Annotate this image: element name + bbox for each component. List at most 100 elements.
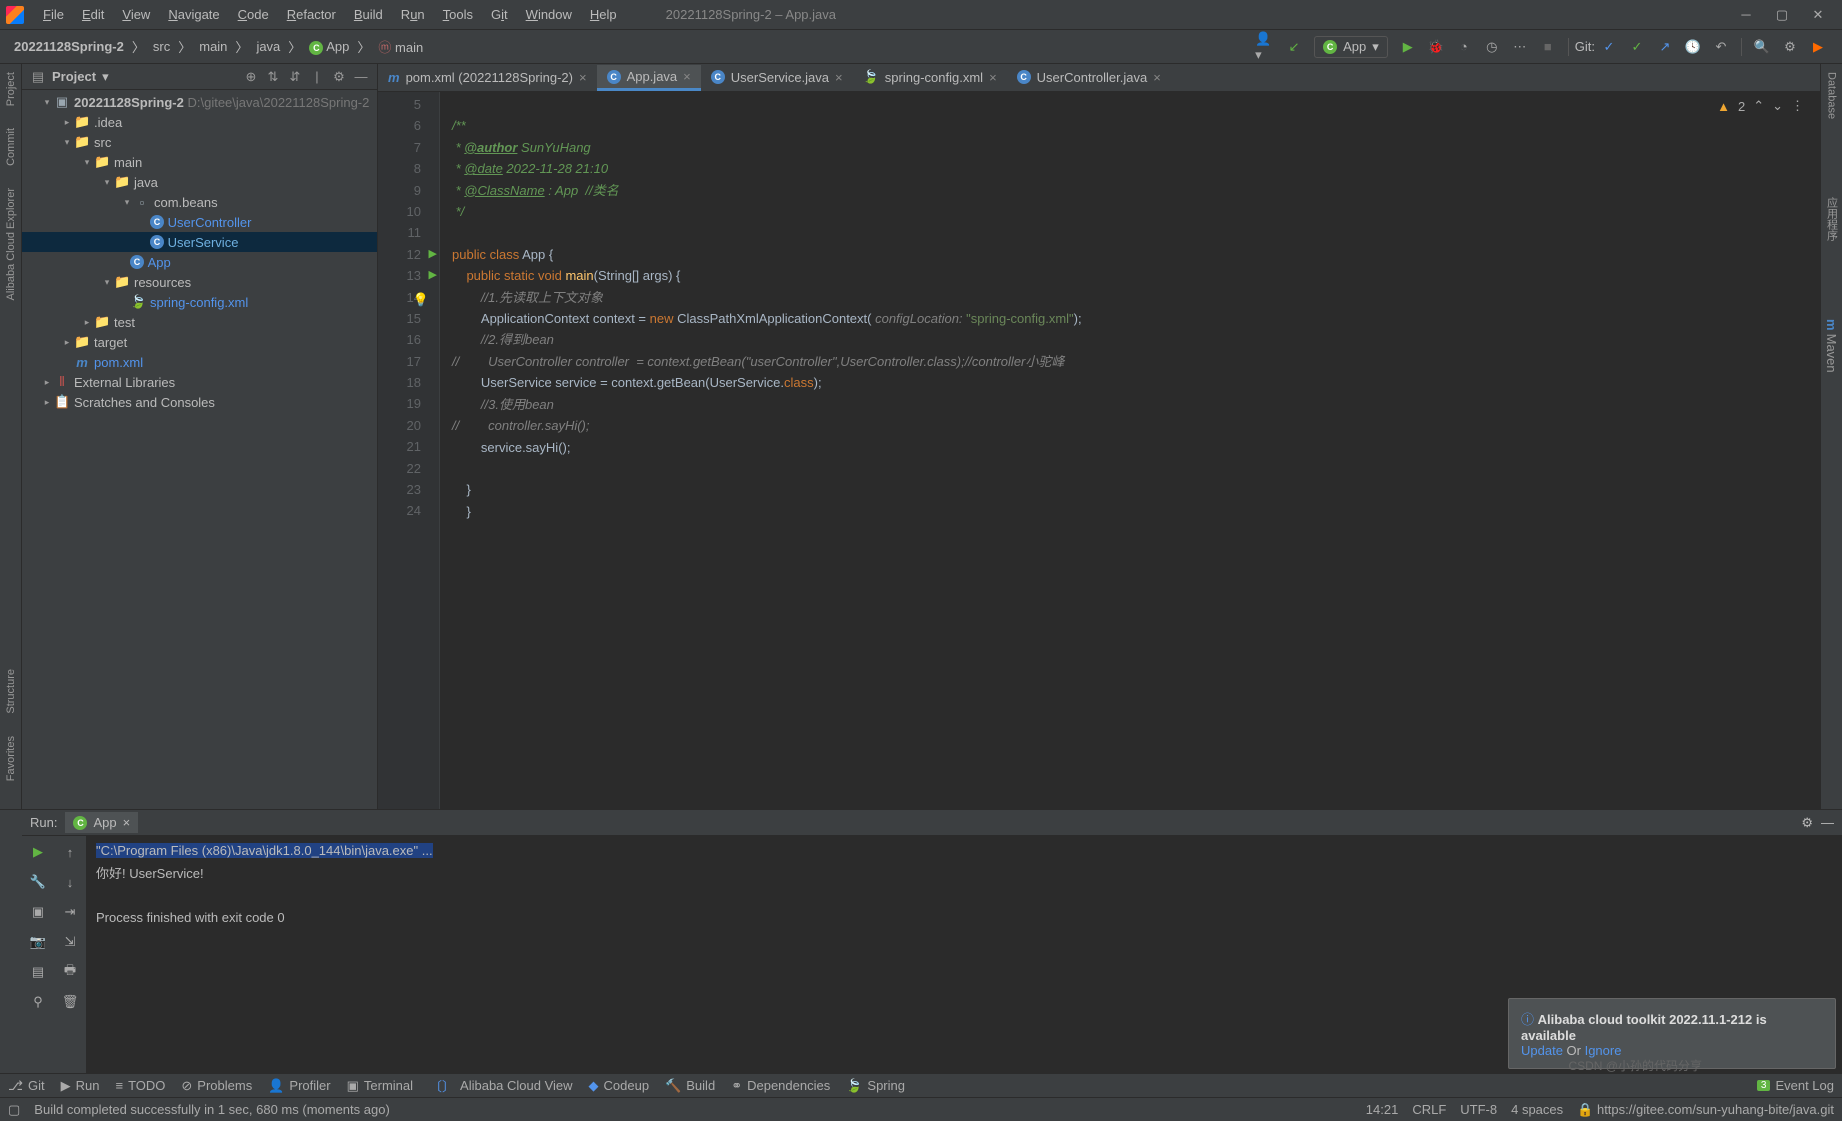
git-rollback-icon[interactable]: ↶ [1710, 36, 1732, 58]
tab-usercontroller[interactable]: CUserController.java× [1007, 65, 1171, 91]
profile-icon[interactable]: ◷ [1481, 36, 1503, 58]
tree-file-pom[interactable]: mpom.xml [22, 352, 377, 372]
menu-window[interactable]: Window [517, 7, 581, 22]
tree-folder-test[interactable]: ▸📁test [22, 312, 377, 332]
stop-icon[interactable]: ■ [1537, 36, 1559, 58]
indent[interactable]: 4 spaces [1511, 1102, 1563, 1117]
more-icon[interactable]: ⋮ [1791, 98, 1804, 114]
hide-icon[interactable]: — [1821, 815, 1834, 830]
tab-app[interactable]: CApp.java× [597, 65, 701, 91]
git-commit-icon[interactable]: ✓ [1598, 36, 1620, 58]
collapse-icon[interactable]: ⇵ [287, 69, 303, 85]
breadcrumb[interactable]: ⓜ main [374, 37, 427, 56]
breadcrumb[interactable]: C App [305, 39, 353, 55]
breadcrumb[interactable]: src [149, 39, 174, 54]
gear-icon[interactable]: ⚙ [1801, 815, 1813, 831]
stop-icon[interactable]: ▣ [26, 900, 50, 924]
print-icon[interactable]: 🖶 [58, 960, 82, 984]
scroll-icon[interactable]: ⇲ [58, 930, 82, 954]
code-editor[interactable]: /** * @author SunYuHang * @date 2022-11-… [440, 92, 1820, 809]
chevron-down-icon[interactable]: ⌄ [1772, 98, 1783, 114]
window-maximize-icon[interactable]: ▢ [1764, 0, 1800, 30]
run-gutter-icon[interactable]: ▶ [429, 265, 437, 286]
bulb-icon[interactable]: 💡 [413, 289, 429, 310]
breadcrumb[interactable]: main [195, 39, 231, 54]
menu-git[interactable]: Git [482, 7, 517, 22]
close-icon[interactable]: × [989, 70, 997, 85]
run-config-select[interactable]: CApp▾ [1314, 36, 1388, 58]
tab-userservice[interactable]: CUserService.java× [701, 65, 853, 91]
menu-build[interactable]: Build [345, 7, 392, 22]
menu-file[interactable]: File [34, 7, 73, 22]
tool-database[interactable]: Database [1826, 68, 1838, 123]
hide-icon[interactable]: — [353, 69, 369, 84]
menu-view[interactable]: View [113, 7, 159, 22]
ignore-link[interactable]: Ignore [1585, 1043, 1622, 1058]
run-tab[interactable]: CApp× [65, 812, 138, 833]
tab-pom[interactable]: mpom.xml (20221128Spring-2)× [378, 65, 597, 91]
close-icon[interactable]: × [683, 69, 691, 84]
down-icon[interactable]: ↓ [58, 870, 82, 894]
chevron-up-icon[interactable]: ⌃ [1753, 98, 1764, 114]
update-link[interactable]: Update [1521, 1043, 1563, 1058]
menu-edit[interactable]: Edit [73, 7, 113, 22]
tree-file-springconfig[interactable]: 🍃spring-config.xml [22, 292, 377, 312]
attach-icon[interactable]: ⋯ [1509, 36, 1531, 58]
tree-class-usercontroller[interactable]: C UserController [22, 212, 377, 232]
tool-window-icon[interactable]: ▢ [8, 1102, 20, 1118]
run-gutter-icon[interactable]: ▶ [429, 244, 437, 265]
caret-position[interactable]: 14:21 [1366, 1102, 1399, 1117]
tree-class-userservice[interactable]: C UserService [22, 232, 377, 252]
rerun-icon[interactable]: ▶ [26, 840, 50, 864]
run-icon[interactable]: ▶ [1397, 36, 1419, 58]
menu-run[interactable]: Run [392, 7, 434, 22]
tree-external-libs[interactable]: ▸⫴External Libraries [22, 372, 377, 392]
layout-icon[interactable]: ▤ [26, 960, 50, 984]
tree-root[interactable]: ▾▣20221128Spring-2 D:\gitee\java\2022112… [22, 92, 377, 112]
alibaba-icon[interactable]: ▶ [1807, 36, 1829, 58]
close-icon[interactable]: × [579, 70, 587, 85]
breadcrumb[interactable]: 20221128Spring-2 [10, 39, 128, 54]
camera-icon[interactable]: 📷 [26, 930, 50, 954]
user-icon[interactable]: 👤▾ [1255, 36, 1277, 58]
tree-folder-resources[interactable]: ▾📁resources [22, 272, 377, 292]
git-history-icon[interactable]: 🕓 [1682, 36, 1704, 58]
close-icon[interactable]: × [123, 815, 131, 830]
editor-inspection[interactable]: ▲2⌃⌄⋮ [1717, 98, 1804, 114]
menu-navigate[interactable]: Navigate [159, 7, 228, 22]
git-push-icon[interactable]: ✓ [1626, 36, 1648, 58]
tree-package[interactable]: ▾▫com.beans [22, 192, 377, 212]
tool-alibaba[interactable]: Alibaba Cloud Explorer [5, 184, 17, 305]
expand-icon[interactable]: ⇅ [265, 69, 281, 85]
trash-icon[interactable]: 🗑 [58, 990, 82, 1014]
pin-icon[interactable]: ⚲ [26, 990, 50, 1014]
wrap-icon[interactable]: ⇥ [58, 900, 82, 924]
menu-help[interactable]: Help [581, 7, 626, 22]
menu-refactor[interactable]: Refactor [278, 7, 345, 22]
tree-folder-java[interactable]: ▾📁java [22, 172, 377, 192]
tool-apps[interactable]: 应用程序 [1824, 193, 1840, 245]
bt-todo[interactable]: ≡TODO [115, 1078, 165, 1093]
close-icon[interactable]: × [835, 70, 843, 85]
debug-icon[interactable]: 🐞 [1425, 36, 1447, 58]
tool-commit[interactable]: Commit [5, 124, 17, 170]
tree-folder-idea[interactable]: ▸📁.idea [22, 112, 377, 132]
tree-class-app[interactable]: C App [22, 252, 377, 272]
coverage-icon[interactable]: ◔ [1453, 36, 1475, 58]
git-update-icon[interactable]: ↗ [1654, 36, 1676, 58]
close-icon[interactable]: × [1153, 70, 1161, 85]
line-sep[interactable]: CRLF [1412, 1102, 1446, 1117]
up-icon[interactable]: ↑ [58, 840, 82, 864]
tree-folder-target[interactable]: ▸📁target [22, 332, 377, 352]
search-icon[interactable]: 🔍 [1751, 36, 1773, 58]
breadcrumb[interactable]: java [252, 39, 284, 54]
window-minimize-icon[interactable]: ─ [1728, 0, 1764, 30]
menu-code[interactable]: Code [229, 7, 278, 22]
tool-structure[interactable]: Structure [5, 665, 17, 718]
tab-springconfig[interactable]: 🍃spring-config.xml× [853, 65, 1007, 91]
wrench-icon[interactable]: 🔧 [26, 870, 50, 894]
encoding[interactable]: UTF-8 [1460, 1102, 1497, 1117]
settings-icon[interactable]: ⚙ [1779, 36, 1801, 58]
target-icon[interactable]: ⊕ [243, 69, 259, 85]
tree-folder-src[interactable]: ▾📁src [22, 132, 377, 152]
